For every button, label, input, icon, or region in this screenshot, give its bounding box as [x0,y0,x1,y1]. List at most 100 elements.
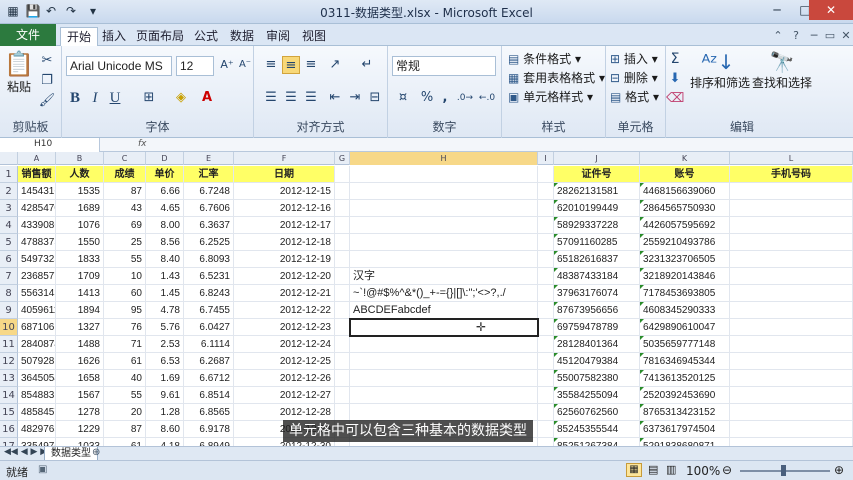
table-cell[interactable]: 6.9178 [184,421,234,438]
table-cell[interactable]: 4.18 [146,438,184,446]
cell[interactable] [538,302,554,319]
cell[interactable] [335,404,350,421]
cell[interactable] [730,200,853,217]
font-color-icon[interactable]: A [198,89,216,107]
cell[interactable] [538,387,554,404]
table-cell[interactable]: 6.6712 [184,370,234,387]
name-box[interactable]: H10 [0,138,100,152]
table-cell[interactable]: 25 [104,234,146,251]
cell-h15[interactable] [350,404,538,421]
cell[interactable] [335,319,350,336]
orientation-icon[interactable]: ↗ [326,56,344,74]
table-cell[interactable]: 7816346945344 [640,353,730,370]
table-cell[interactable]: 2012-12-17 [234,217,335,234]
italic-button[interactable]: I [86,89,104,107]
insert-cells-button[interactable]: ⊞ 插入 ▾ [610,50,658,67]
cell[interactable] [538,319,554,336]
table-cell[interactable]: 1689 [56,200,104,217]
table-cell[interactable]: 6.66 [146,183,184,200]
table-cell[interactable]: 5.76 [146,319,184,336]
row-header-15[interactable]: 15 [0,404,18,421]
cell[interactable] [335,183,350,200]
table-cell[interactable]: 8.56 [146,234,184,251]
table-cell[interactable]: 5035659777148 [640,336,730,353]
table-cell[interactable]: 62560762560 [554,404,640,421]
row-header-3[interactable]: 3 [0,200,18,217]
table-cell[interactable]: 1.43 [146,268,184,285]
zoom-slider-thumb[interactable] [781,465,786,476]
table-cell[interactable]: 28262131581 [554,183,640,200]
table-cell[interactable]: 6.2525 [184,234,234,251]
table-cell[interactable]: 507928 [18,353,56,370]
cell[interactable] [538,217,554,234]
table-cell[interactable]: 8.40 [146,251,184,268]
minimize-button[interactable]: ─ [763,0,791,20]
cell-h4[interactable] [350,217,538,234]
cell[interactable] [538,353,554,370]
autosum-button[interactable]: Σ [666,50,684,68]
table-cell[interactable]: 2368577 [18,268,56,285]
table-cell[interactable]: 61 [104,353,146,370]
table-cell[interactable]: 1454316 [18,183,56,200]
table-cell[interactable]: 1278 [56,404,104,421]
table-cell[interactable]: 6.7455 [184,302,234,319]
table-cell[interactable]: 1229 [56,421,104,438]
cell-h12[interactable] [350,353,538,370]
find-select-button[interactable]: 🔭 查找和选择 [752,50,812,91]
table-cell[interactable]: 3231323706505 [640,251,730,268]
cell[interactable] [730,251,853,268]
cell[interactable] [730,353,853,370]
table-cell[interactable]: 7413613520125 [640,370,730,387]
table-cell[interactable]: 85251267384 [554,438,640,446]
row-header-6[interactable]: 6 [0,251,18,268]
cell[interactable] [538,166,554,183]
column-title[interactable]: 人数 [56,166,104,183]
table-cell[interactable]: 5563143 [18,285,56,302]
table-cell[interactable]: 4.65 [146,200,184,217]
table-cell[interactable]: 2520392453690 [640,387,730,404]
table-cell[interactable]: 1535 [56,183,104,200]
table-cell[interactable]: 62010199449 [554,200,640,217]
page-break-view-icon[interactable]: ▥ [666,463,676,476]
table-cell[interactable]: 2012-12-15 [234,183,335,200]
cell[interactable] [730,268,853,285]
active-cell-h10[interactable] [349,318,539,337]
table-cell[interactable]: 6.7248 [184,183,234,200]
row-header-17[interactable]: 17 [0,438,18,446]
table-cell[interactable]: 6.8243 [184,285,234,302]
table-cell[interactable]: 55 [104,251,146,268]
table-cell[interactable]: 3218920143846 [640,268,730,285]
table-cell[interactable]: 2012-12-27 [234,387,335,404]
table-cell[interactable]: 69759478789 [554,319,640,336]
cell[interactable] [730,336,853,353]
cell[interactable] [538,251,554,268]
table-cell[interactable]: 6.0427 [184,319,234,336]
paste-button[interactable]: 📋 粘贴 [4,50,34,98]
cell[interactable] [538,234,554,251]
table-cell[interactable]: 1076 [56,217,104,234]
tab-file[interactable]: 文件 [0,24,56,46]
table-cell[interactable]: 1567 [56,387,104,404]
table-cell[interactable]: 45120479384 [554,353,640,370]
table-cell[interactable]: 1413 [56,285,104,302]
row-header-14[interactable]: 14 [0,387,18,404]
cell[interactable] [335,217,350,234]
table-cell[interactable]: 2012-12-24 [234,336,335,353]
cell-h14[interactable] [350,387,538,404]
tab-view[interactable]: 视图 [296,27,332,46]
tab-data[interactable]: 数据 [224,27,260,46]
cell[interactable] [730,217,853,234]
cell-h2[interactable] [350,183,538,200]
accounting-format-icon[interactable]: ¤ [394,89,412,107]
cell[interactable] [335,387,350,404]
table-cell[interactable]: 1.45 [146,285,184,302]
table-cell[interactable]: 71 [104,336,146,353]
table-cell[interactable]: 40 [104,370,146,387]
table-cell[interactable]: 2012-12-21 [234,285,335,302]
table-cell[interactable]: 65182616837 [554,251,640,268]
table-cell[interactable]: 61 [104,438,146,446]
table-cell[interactable]: 1.69 [146,370,184,387]
table-cell[interactable]: 5291838680871 [640,438,730,446]
table-cell[interactable]: 687106 [18,319,56,336]
number-format-combo[interactable]: 常规 [392,56,496,76]
